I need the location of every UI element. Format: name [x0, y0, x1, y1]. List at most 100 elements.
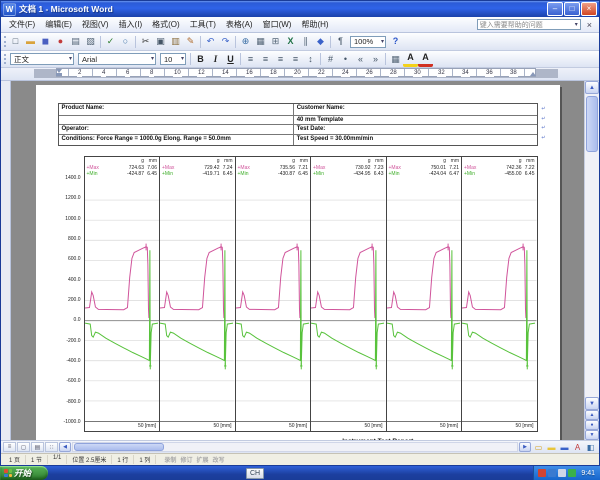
select-browse-object-button[interactable]: ● — [585, 420, 599, 430]
cut-icon[interactable]: ✂ — [138, 35, 153, 48]
status-toggle[interactable]: 改写 — [212, 455, 224, 464]
normal-view-button[interactable]: ≡ — [3, 442, 16, 452]
taskbar-clock[interactable]: 9:41 — [581, 470, 595, 477]
paste-icon[interactable]: ▥ — [168, 35, 183, 48]
open-folder-icon[interactable]: ▬ — [23, 35, 38, 48]
align-right-icon[interactable]: ≡ — [273, 53, 288, 66]
antivirus-tray-icon[interactable] — [538, 469, 546, 477]
scroll-left-button[interactable]: ◀ — [59, 442, 71, 452]
horizontal-scroll-track[interactable] — [72, 442, 518, 452]
print-layout-view-button[interactable]: ▤ — [31, 442, 44, 452]
dropdown-arrow-icon[interactable]: ▾ — [69, 56, 72, 62]
increase-indent-icon[interactable]: » — [368, 53, 383, 66]
font-size-combo[interactable]: 10▾ — [160, 53, 186, 65]
language-bar-button[interactable]: CH — [246, 468, 264, 479]
line-color-icon[interactable]: ▬ — [558, 442, 571, 453]
scroll-down-button[interactable]: ▼ — [585, 397, 599, 410]
align-center-icon[interactable]: ≡ — [258, 53, 273, 66]
menu-edit[interactable]: 编辑(E) — [40, 18, 77, 31]
fill-color-icon[interactable]: ▬ — [545, 442, 558, 453]
menu-file[interactable]: 文件(F) — [4, 18, 40, 31]
right-indent-marker[interactable] — [530, 72, 536, 76]
network-tray-icon[interactable] — [548, 469, 556, 477]
style-combo[interactable]: 正文▾ — [10, 53, 74, 65]
menu-help[interactable]: 帮助(H) — [296, 18, 333, 31]
undo-icon[interactable]: ↶ — [203, 35, 218, 48]
ruler-track[interactable]: 2468101214161820222426283032343638 — [56, 68, 536, 77]
new-document-icon[interactable]: □ — [8, 35, 23, 48]
horizontal-scroll-thumb[interactable] — [74, 443, 164, 451]
scroll-thumb[interactable] — [586, 96, 598, 152]
left-indent-marker[interactable] — [56, 73, 62, 76]
save-icon[interactable]: ◼ — [38, 35, 53, 48]
justify-icon[interactable]: ≡ — [288, 53, 303, 66]
vertical-scrollbar[interactable]: ▲ ▼ ▲ ● ▼ — [584, 81, 599, 440]
menu-view[interactable]: 视图(V) — [77, 18, 114, 31]
show-marks-icon[interactable]: ¶ — [333, 35, 348, 48]
dropdown-arrow-icon[interactable]: ▾ — [151, 56, 154, 62]
previous-page-button[interactable]: ▲ — [585, 410, 599, 420]
menu-table[interactable]: 表格(A) — [221, 18, 258, 31]
decrease-indent-icon[interactable]: « — [353, 53, 368, 66]
volume-tray-icon[interactable] — [558, 469, 566, 477]
autoshape-icon[interactable]: ▭ — [532, 442, 545, 453]
x-axis-label: 50 [mm] — [160, 421, 235, 431]
zoom-combo[interactable]: 100%▾ — [350, 36, 386, 48]
vertical-ruler[interactable] — [1, 81, 11, 440]
status-toggle[interactable]: 修订 — [180, 455, 192, 464]
copy-icon[interactable]: ▣ — [153, 35, 168, 48]
close-button[interactable]: × — [581, 2, 597, 16]
spelling-icon[interactable]: ✓ — [103, 35, 118, 48]
scroll-up-button[interactable]: ▲ — [585, 81, 599, 94]
y-axis-tick-label: -200.0 — [58, 339, 81, 344]
status-toggle[interactable]: 录制 — [164, 455, 176, 464]
messenger-tray-icon[interactable] — [568, 469, 576, 477]
columns-icon[interactable]: ∥ — [298, 35, 313, 48]
align-left-icon[interactable]: ≡ — [243, 53, 258, 66]
web-layout-view-button[interactable]: ◻ — [17, 442, 30, 452]
outline-view-button[interactable]: ∷ — [45, 442, 58, 452]
help-icon[interactable]: ? — [388, 35, 403, 48]
hyperlink-icon[interactable]: ⊕ — [238, 35, 253, 48]
insert-excel-icon[interactable]: X — [283, 35, 298, 48]
print-preview-icon[interactable]: ▧ — [83, 35, 98, 48]
maximize-button[interactable]: □ — [564, 2, 580, 16]
menu-tools[interactable]: 工具(T) — [185, 18, 221, 31]
underline-icon[interactable]: U — [223, 53, 238, 66]
borders-icon[interactable]: ▦ — [388, 53, 403, 66]
document-close-button[interactable]: × — [583, 20, 596, 30]
help-dropdown-icon[interactable]: ▾ — [575, 22, 578, 28]
3d-style-icon[interactable]: ◧ — [584, 442, 597, 453]
help-question-box[interactable]: 键入需要帮助的问题 ▾ — [477, 19, 581, 30]
menu-format[interactable]: 格式(O) — [147, 18, 185, 31]
start-button[interactable]: 开始 — [0, 466, 48, 480]
dropdown-arrow-icon[interactable]: ▾ — [381, 39, 384, 45]
wordart-font-color-icon[interactable]: A — [571, 442, 584, 453]
insert-table-icon[interactable]: ⊞ — [268, 35, 283, 48]
permission-icon[interactable]: ● — [53, 35, 68, 48]
scroll-track[interactable] — [585, 94, 599, 397]
print-icon[interactable]: ▤ — [68, 35, 83, 48]
numbering-icon[interactable]: # — [323, 53, 338, 66]
font-color-icon[interactable]: A — [418, 51, 433, 67]
tables-borders-icon[interactable]: ▦ — [253, 35, 268, 48]
bold-icon[interactable]: B — [193, 53, 208, 66]
drawing-icon[interactable]: ◆ — [313, 35, 328, 48]
redo-icon[interactable]: ↷ — [218, 35, 233, 48]
next-page-button[interactable]: ▼ — [585, 430, 599, 440]
line-spacing-icon[interactable]: ↕ — [303, 53, 318, 66]
highlight-icon[interactable]: A — [403, 51, 418, 67]
menu-insert[interactable]: 插入(I) — [114, 18, 148, 31]
italic-icon[interactable]: I — [208, 53, 223, 66]
scroll-right-button[interactable]: ▶ — [519, 442, 531, 452]
format-painter-icon[interactable]: ✎ — [183, 35, 198, 48]
status-toggle[interactable]: 扩展 — [196, 455, 208, 464]
menu-window[interactable]: 窗口(W) — [258, 18, 297, 31]
font-combo[interactable]: Arial▾ — [78, 53, 156, 65]
y-axis-tick-label: 400.0 — [58, 278, 81, 283]
document-area[interactable]: Product Name: Customer Name: 40 mm Templ… — [11, 81, 584, 440]
dropdown-arrow-icon[interactable]: ▾ — [181, 56, 184, 62]
research-icon[interactable]: ○ — [118, 35, 133, 48]
minimize-button[interactable]: – — [547, 2, 563, 16]
bullets-icon[interactable]: • — [338, 53, 353, 66]
